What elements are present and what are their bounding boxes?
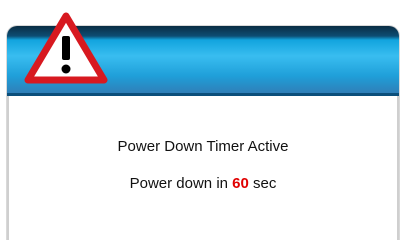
screen: Power Down Timer Active Power down in 60… bbox=[0, 0, 406, 240]
dialog-body bbox=[7, 96, 399, 240]
warning-icon bbox=[24, 12, 108, 84]
power-down-title: Power Down Timer Active bbox=[117, 138, 289, 155]
countdown-message: Power down in 60 sec bbox=[0, 175, 406, 192]
power-down-message: Power Down Timer Active bbox=[0, 138, 406, 155]
countdown-unit: sec bbox=[253, 175, 277, 192]
countdown-value: 60 bbox=[232, 175, 249, 192]
countdown-prefix: Power down in bbox=[129, 175, 228, 192]
